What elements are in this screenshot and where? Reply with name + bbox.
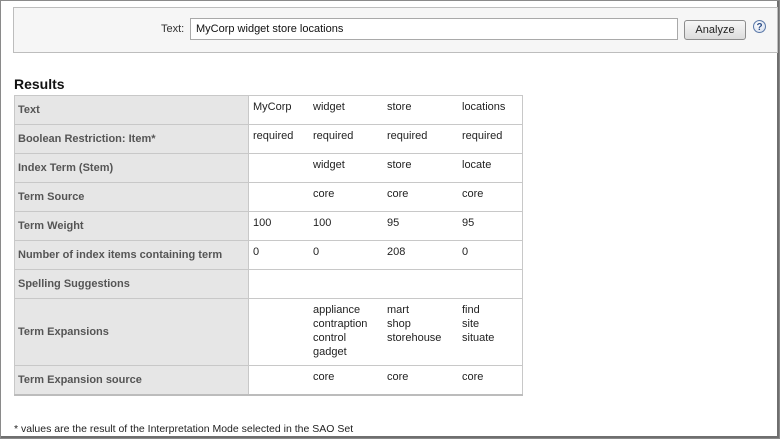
table-cell: locate: [458, 153, 523, 183]
cell-value: 0: [313, 246, 320, 258]
cell-value: required: [387, 130, 428, 142]
cell-value: appliance: [313, 304, 361, 316]
table-cell: 95: [383, 211, 458, 241]
table-cell: required: [309, 124, 383, 154]
cell-value: 208: [387, 246, 406, 258]
table-cell: 0: [248, 240, 309, 270]
table-cell: locations: [458, 95, 523, 125]
cell-value: store: [387, 101, 412, 113]
table-cell: [248, 298, 309, 366]
text-input[interactable]: [190, 18, 678, 40]
row-header: Term Weight: [14, 211, 249, 241]
cell-value: mart: [387, 304, 409, 316]
table-row: Term Weight 100 100 95 95: [14, 211, 523, 241]
cell-value: contraption: [313, 318, 368, 330]
cell-value: 95: [387, 217, 400, 229]
table-cell: 100: [248, 211, 309, 241]
table-cell: core: [458, 182, 523, 212]
table-cell: [458, 269, 523, 299]
cell-value: core: [313, 371, 335, 383]
cell-value: 100: [313, 217, 332, 229]
cell-value: locations: [462, 101, 506, 113]
cell-value: 0: [253, 246, 260, 258]
cell-value: core: [313, 188, 335, 200]
table-row: Term Expansions appliance contraption contr…: [14, 298, 523, 366]
table-cell: find site situate: [458, 298, 523, 366]
analyze-button[interactable]: Analyze: [684, 20, 746, 40]
table-cell: core: [458, 365, 523, 395]
row-header: Term Expansions: [14, 298, 249, 366]
table-row: Text MyCorp widget store locations: [14, 95, 523, 125]
table-cell: [248, 153, 309, 183]
table-cell: 0: [309, 240, 383, 270]
cell-value: core: [462, 188, 484, 200]
cell-value: widget: [313, 159, 345, 171]
table-cell: required: [383, 124, 458, 154]
cell-value: locate: [462, 159, 492, 171]
cell-value: store: [387, 159, 412, 171]
cell-value: gadget: [313, 346, 347, 358]
table-cell: core: [383, 182, 458, 212]
cell-value: situate: [462, 332, 495, 344]
row-header: Index Term (Stem): [14, 153, 249, 183]
table-cell: [383, 269, 458, 299]
table-row: Term Expansion source core core core: [14, 365, 523, 395]
cell-value: 0: [462, 246, 469, 258]
results-table: Text MyCorp widget store locations Boolean Re…: [14, 95, 523, 396]
table-cell: MyCorp: [248, 95, 309, 125]
table-cell: required: [248, 124, 309, 154]
cell-value: site: [462, 318, 480, 330]
table-cell: core: [309, 182, 383, 212]
footnote: * values are the result of the Interpret…: [14, 423, 354, 435]
table-cell: store: [383, 95, 458, 125]
table-cell: [248, 365, 309, 395]
cell-value: find: [462, 304, 480, 316]
table-row: Term Source core core core: [14, 182, 523, 212]
table-cell: 95: [458, 211, 523, 241]
table-row: Boolean Restriction: Item* required requir…: [14, 124, 523, 154]
cell-value: MyCorp: [253, 101, 292, 113]
row-header: Boolean Restriction: Item*: [14, 124, 249, 154]
cell-value: control: [313, 332, 347, 344]
table-cell: 208: [383, 240, 458, 270]
cell-value: widget: [313, 101, 345, 113]
table-row: Number of index items containing term 0 0 2…: [14, 240, 523, 270]
search-panel: Text: Analyze ?: [13, 7, 778, 53]
table-cell: [248, 269, 309, 299]
table-cell: core: [309, 365, 383, 395]
row-header: Text: [14, 95, 249, 125]
row-header: Term Source: [14, 182, 249, 212]
cell-value: core: [387, 188, 409, 200]
table-cell: appliance contraption control gadget: [309, 298, 383, 366]
cell-value: required: [253, 130, 294, 142]
cell-value: core: [462, 371, 484, 383]
table-cell: store: [383, 153, 458, 183]
table-row: Spelling Suggestions: [14, 269, 523, 299]
table-cell: 100: [309, 211, 383, 241]
table-cell: [248, 182, 309, 212]
cell-value: core: [387, 371, 409, 383]
cell-value: required: [313, 130, 354, 142]
cell-value: 100: [253, 217, 272, 229]
table-cell: [309, 269, 383, 299]
text-field-label: Text:: [161, 23, 185, 35]
table-cell: mart shop storehouse: [383, 298, 458, 366]
results-heading: Results: [14, 76, 65, 92]
row-header: Term Expansion source: [14, 365, 249, 395]
table-cell: widget: [309, 95, 383, 125]
table-cell: widget: [309, 153, 383, 183]
cell-value: required: [462, 130, 503, 142]
table-cell: core: [383, 365, 458, 395]
cell-value: shop: [387, 318, 411, 330]
table-cell: 0: [458, 240, 523, 270]
cell-value: 95: [462, 217, 475, 229]
cell-value: storehouse: [387, 332, 442, 344]
row-header: Number of index items containing term: [14, 240, 249, 270]
table-row: Index Term (Stem) widget store locate: [14, 153, 523, 183]
help-icon[interactable]: ?: [753, 20, 766, 33]
table-cell: required: [458, 124, 523, 154]
row-header: Spelling Suggestions: [14, 269, 249, 299]
